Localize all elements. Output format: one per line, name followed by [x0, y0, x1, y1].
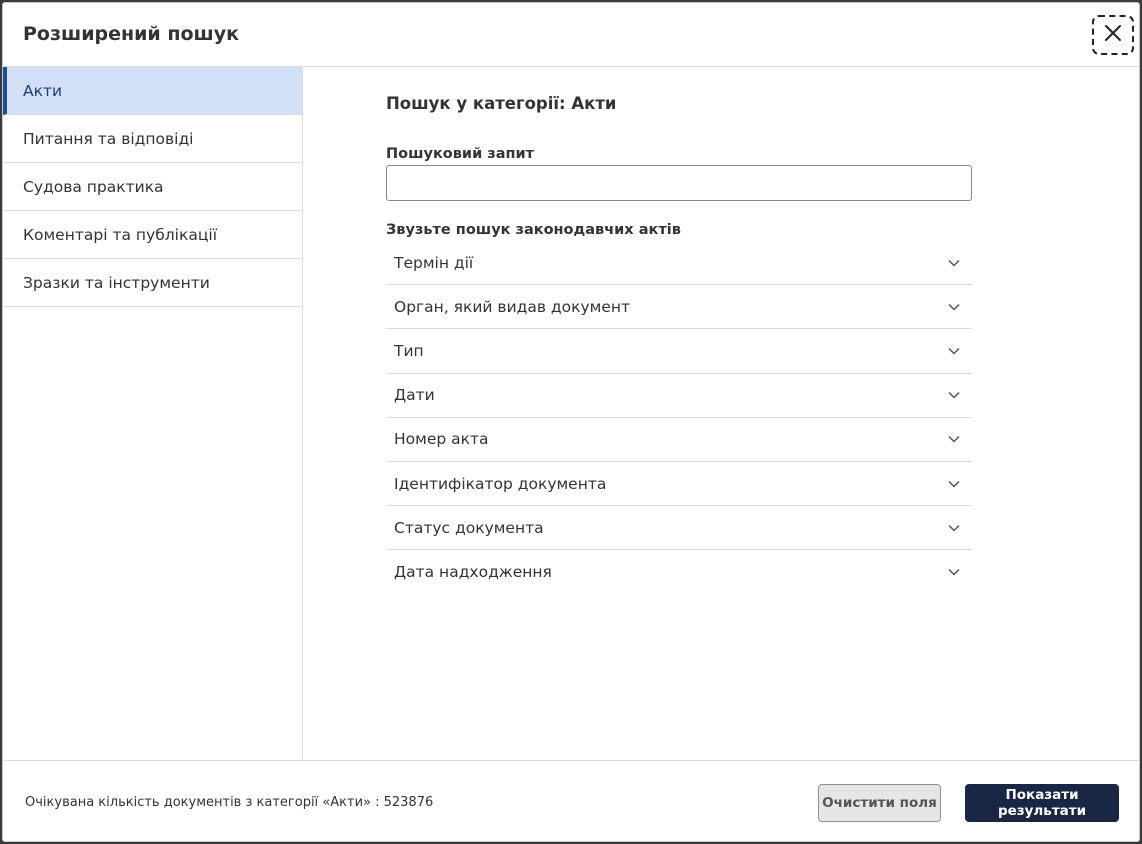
narrow-search-label: Звузьте пошук законодавчих актів: [386, 222, 681, 238]
chevron-down-icon: [948, 522, 960, 534]
close-icon: [1104, 24, 1122, 46]
expected-count-text: Очікувана кількість документів з категор…: [25, 795, 434, 810]
chevron-down-icon: [948, 345, 960, 357]
sidebar-item-label: Коментарі та публікації: [23, 225, 218, 244]
chevron-down-icon: [948, 257, 960, 269]
chevron-down-icon: [948, 433, 960, 445]
clear-fields-button[interactable]: Очистити поля: [818, 784, 941, 822]
filter-label: Тип: [394, 341, 424, 360]
filter-act-number[interactable]: Номер акта: [386, 418, 972, 462]
show-results-button[interactable]: Показати результати: [965, 784, 1119, 822]
filter-receipt-date[interactable]: Дата надходження: [386, 550, 972, 594]
filter-dates[interactable]: Дати: [386, 374, 972, 418]
chevron-down-icon: [948, 389, 960, 401]
filter-issuing-body[interactable]: Орган, який видав документ: [386, 285, 972, 330]
advanced-search-modal: Розширений пошук Акти Питання та відпові…: [2, 2, 1140, 842]
filter-label: Дати: [394, 386, 435, 405]
modal-footer: Очікувана кількість документів з категор…: [3, 760, 1139, 843]
sidebar-item-comments-publications[interactable]: Коментарі та публікації: [3, 211, 302, 259]
filter-type[interactable]: Тип: [386, 329, 972, 374]
chevron-down-icon: [948, 301, 960, 313]
sidebar-item-label: Зразки та інструменти: [23, 273, 210, 292]
filter-validity-period[interactable]: Термін дії: [386, 241, 972, 286]
filter-label: Статус документа: [394, 518, 544, 537]
sidebar-item-label: Питання та відповіді: [23, 129, 194, 148]
filter-list: Термін дії Орган, який видав документ Ти…: [386, 241, 972, 595]
sidebar-item-templates-tools[interactable]: Зразки та інструменти: [3, 259, 302, 307]
modal-title: Розширений пошук: [23, 23, 240, 45]
filter-document-id[interactable]: Ідентифікатор документа: [386, 462, 972, 507]
sidebar-item-acts[interactable]: Акти: [3, 67, 302, 115]
sidebar-item-case-law[interactable]: Судова практика: [3, 163, 302, 211]
sidebar-item-label: Судова практика: [23, 177, 164, 196]
search-query-label: Пошуковий запит: [386, 146, 535, 162]
sidebar-item-questions-answers[interactable]: Питання та відповіді: [3, 115, 302, 163]
close-button[interactable]: [1092, 15, 1134, 55]
category-sidebar: Акти Питання та відповіді Судова практик…: [3, 67, 303, 760]
search-form: Пошук у категорії: Акти Пошуковий запит …: [386, 67, 976, 595]
modal-header: Розширений пошук: [3, 3, 1139, 67]
filter-label: Дата надходження: [394, 563, 552, 582]
filter-label: Номер акта: [394, 430, 489, 449]
filter-label: Ідентифікатор документа: [394, 474, 607, 493]
filter-label: Орган, який видав документ: [394, 297, 631, 316]
search-input[interactable]: [386, 165, 972, 201]
sidebar-item-label: Акти: [23, 81, 63, 100]
filter-document-status[interactable]: Статус документа: [386, 506, 972, 551]
chevron-down-icon: [948, 478, 960, 490]
chevron-down-icon: [948, 566, 960, 578]
section-title: Пошук у категорії: Акти: [386, 94, 617, 113]
filter-label: Термін дії: [394, 253, 474, 272]
